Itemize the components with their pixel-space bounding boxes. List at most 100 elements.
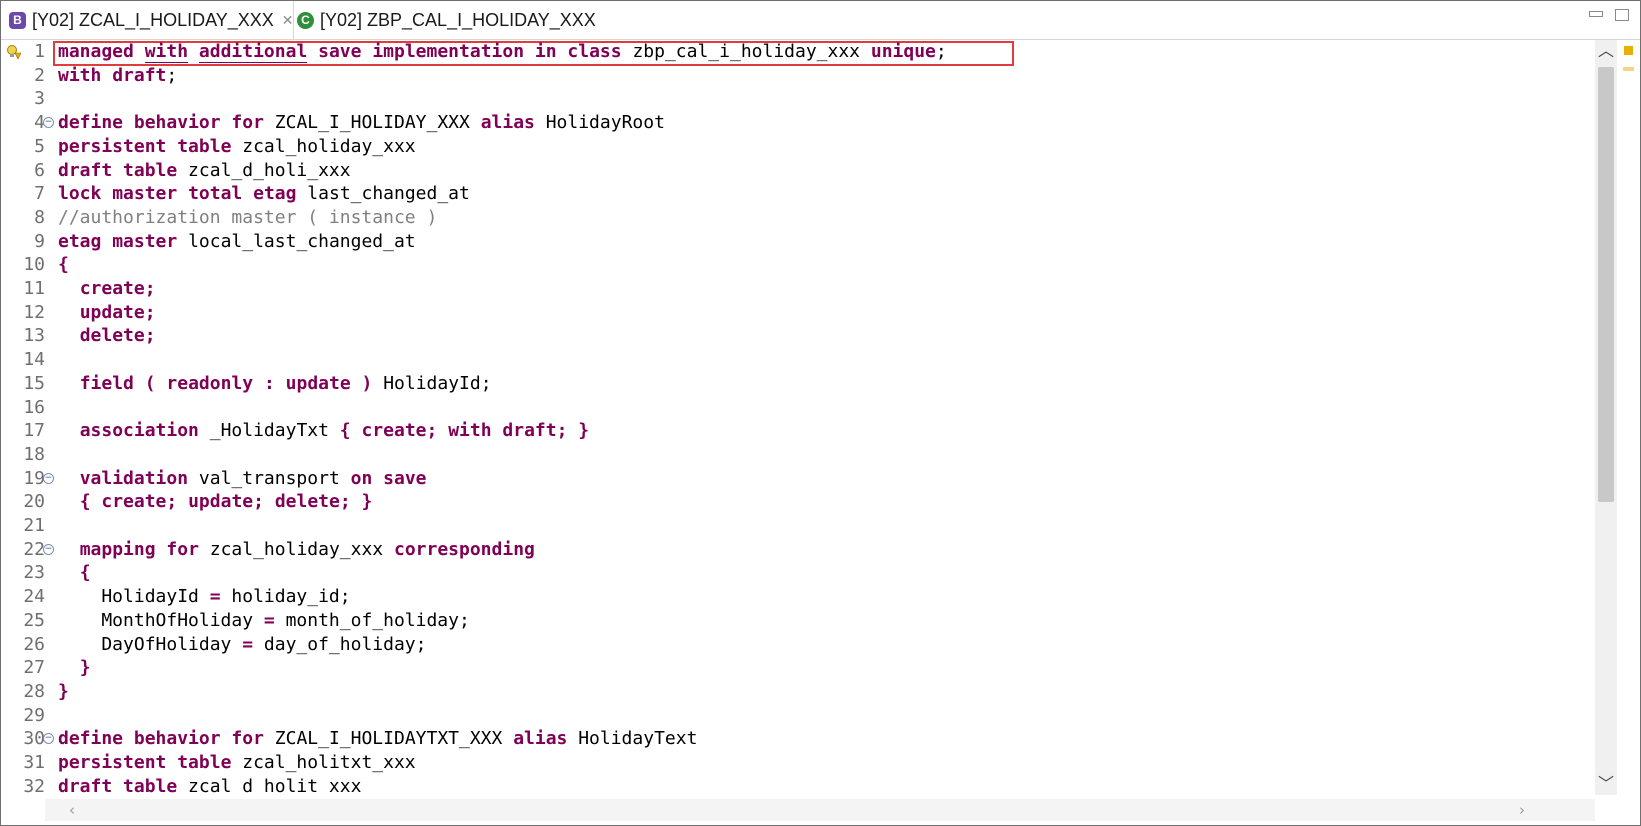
horizontal-scrollbar[interactable]: ‹ › bbox=[45, 799, 1595, 821]
fold-collapse-icon[interactable]: − bbox=[43, 472, 54, 484]
code-line[interactable]: 17 association _HolidayTxt { create; wit… bbox=[1, 419, 1595, 443]
code-line[interactable]: 3 bbox=[1, 87, 1595, 111]
overview-ruler[interactable] bbox=[1619, 40, 1637, 795]
code-line[interactable]: 31 persistent table zcal_holitxt_xxx bbox=[1, 751, 1595, 775]
maximize-icon[interactable] bbox=[1615, 9, 1629, 21]
code-line[interactable]: 2 with draft; bbox=[1, 64, 1595, 88]
code-text[interactable]: managed with additional save implementat… bbox=[58, 40, 947, 64]
identifier-token bbox=[101, 65, 112, 86]
code-text[interactable]: define behavior for ZCAL_I_HOLIDAYTXT_XX… bbox=[58, 727, 697, 751]
code-line[interactable]: 8 //authorization master ( instance ) bbox=[1, 206, 1595, 230]
scroll-down-icon[interactable]: ﹀ bbox=[1595, 773, 1617, 795]
code-text[interactable]: association _HolidayTxt { create; with d… bbox=[58, 419, 589, 443]
code-line[interactable]: 23 { bbox=[1, 561, 1595, 585]
code-text[interactable]: MonthOfHoliday = month_of_holiday; bbox=[58, 609, 470, 633]
code-text[interactable]: delete; bbox=[58, 324, 156, 348]
scroll-left-icon[interactable]: ‹ bbox=[61, 799, 83, 821]
line-number: 22 bbox=[23, 538, 45, 560]
scrollbar-thumb[interactable] bbox=[1598, 67, 1614, 502]
code-text[interactable]: draft table zcal_d_holit_xxx bbox=[58, 775, 361, 795]
code-text[interactable]: persistent table zcal_holiday_xxx bbox=[58, 135, 416, 159]
keyword-token: table bbox=[177, 135, 232, 157]
code-line[interactable]: 27 } bbox=[1, 656, 1595, 680]
keyword-token: } bbox=[58, 680, 69, 702]
identifier-token bbox=[101, 183, 112, 204]
code-line[interactable]: 22− mapping for zcal_holiday_xxx corresp… bbox=[1, 538, 1595, 562]
code-text[interactable]: etag master local_last_changed_at bbox=[58, 230, 416, 254]
code-text[interactable]: create; bbox=[58, 277, 156, 301]
code-line[interactable]: 12 update; bbox=[1, 301, 1595, 325]
code-line[interactable]: 13 delete; bbox=[1, 324, 1595, 348]
occurrence-marker-icon[interactable] bbox=[1623, 67, 1634, 71]
code-text[interactable]: field ( readonly : update ) HolidayId; bbox=[58, 372, 492, 396]
identifier-token: DayOfHoliday bbox=[58, 633, 243, 655]
line-number: 6 bbox=[34, 159, 45, 181]
code-line[interactable]: 7 lock master total etag last_changed_at bbox=[1, 182, 1595, 206]
vertical-scrollbar[interactable]: ︿ ﹀ bbox=[1595, 40, 1617, 795]
fold-collapse-icon[interactable]: − bbox=[43, 733, 54, 745]
keyword-token: for bbox=[231, 112, 264, 134]
fold-collapse-icon[interactable]: − bbox=[43, 543, 54, 555]
code-text[interactable]: HolidayId = holiday_id; bbox=[58, 585, 350, 609]
warning-marker-icon[interactable] bbox=[1624, 46, 1633, 55]
code-text[interactable]: } bbox=[58, 680, 69, 704]
code-line[interactable]: 32 draft table zcal_d_holit_xxx bbox=[1, 775, 1595, 795]
identifier-token bbox=[361, 41, 372, 62]
code-text[interactable]: DayOfHoliday = day_of_holiday; bbox=[58, 633, 426, 657]
code-text[interactable]: with draft; bbox=[58, 64, 177, 88]
code-text[interactable]: { bbox=[58, 561, 91, 585]
identifier-token bbox=[351, 491, 362, 512]
code-text[interactable]: validation val_transport on save bbox=[58, 467, 427, 491]
identifier-token bbox=[134, 373, 145, 394]
minimize-icon[interactable] bbox=[1589, 11, 1603, 17]
code-line[interactable]: 15 field ( readonly : update ) HolidayId… bbox=[1, 372, 1595, 396]
code-line[interactable]: 9 etag master local_last_changed_at bbox=[1, 230, 1595, 254]
code-editor[interactable]: 1 managed with additional save implementa… bbox=[1, 40, 1595, 795]
line-number: 23 bbox=[23, 562, 45, 584]
code-line[interactable]: 30− define behavior for ZCAL_I_HOLIDAYTXT… bbox=[1, 727, 1595, 751]
code-text[interactable]: } bbox=[58, 656, 91, 680]
identifier-token: ZCAL_I_HOLIDAY_XXX bbox=[263, 112, 481, 134]
tab-abap-class[interactable]: C [Y02] ZBP_CAL_I_HOLIDAY_XXX bbox=[297, 1, 596, 39]
line-number: 15 bbox=[23, 372, 45, 394]
code-line[interactable]: 10 { bbox=[1, 253, 1595, 277]
tab-behavior-definition[interactable]: B [Y02] ZCAL_I_HOLIDAY_XXX ✕ bbox=[9, 1, 294, 39]
code-text[interactable]: mapping for zcal_holiday_xxx correspondi… bbox=[58, 538, 535, 562]
code-line[interactable]: 19− validation val_transport on save bbox=[1, 467, 1595, 491]
code-text[interactable]: //authorization master ( instance ) bbox=[58, 206, 437, 230]
fold-collapse-icon[interactable]: − bbox=[43, 117, 54, 129]
code-line[interactable]: 26 DayOfHoliday = day_of_holiday; bbox=[1, 633, 1595, 657]
code-line[interactable]: 6 draft table zcal_d_holi_xxx bbox=[1, 159, 1595, 183]
identifier-token bbox=[437, 420, 448, 441]
code-line[interactable]: 5 persistent table zcal_holiday_xxx bbox=[1, 135, 1595, 159]
scroll-up-icon[interactable]: ︿ bbox=[1595, 40, 1617, 62]
identifier-token bbox=[177, 183, 188, 204]
code-line[interactable]: 25 MonthOfHoliday = month_of_holiday; bbox=[1, 609, 1595, 633]
identifier-token: month_of_holiday; bbox=[274, 609, 470, 631]
code-text[interactable]: define behavior for ZCAL_I_HOLIDAY_XXX a… bbox=[58, 111, 665, 135]
code-line[interactable]: 1 managed with additional save implementa… bbox=[1, 40, 1595, 64]
code-text[interactable]: draft table zcal_d_holi_xxx bbox=[58, 159, 351, 183]
code-text[interactable]: { create; update; delete; } bbox=[58, 490, 373, 514]
close-icon[interactable]: ✕ bbox=[282, 12, 294, 29]
code-line[interactable]: 29 bbox=[1, 704, 1595, 728]
identifier-token bbox=[221, 728, 232, 749]
code-line[interactable]: 14 bbox=[1, 348, 1595, 372]
code-line[interactable]: 11 create; bbox=[1, 277, 1595, 301]
code-text[interactable]: { bbox=[58, 253, 69, 277]
code-text[interactable]: persistent table zcal_holitxt_xxx bbox=[58, 751, 416, 775]
identifier-token: _HolidayTxt bbox=[198, 420, 340, 442]
code-line[interactable]: 21 bbox=[1, 514, 1595, 538]
code-line[interactable]: 20 { create; update; delete; } bbox=[1, 490, 1595, 514]
code-line[interactable]: 28} bbox=[1, 680, 1595, 704]
line-number: 9 bbox=[34, 230, 45, 252]
code-line[interactable]: 18 bbox=[1, 443, 1595, 467]
code-line[interactable]: 24 HolidayId = holiday_id; bbox=[1, 585, 1595, 609]
scroll-right-icon[interactable]: › bbox=[1511, 799, 1533, 821]
code-line[interactable]: 16 bbox=[1, 396, 1595, 420]
code-text[interactable]: lock master total etag last_changed_at bbox=[58, 182, 470, 206]
code-text[interactable]: update; bbox=[58, 301, 156, 325]
line-number: 17 bbox=[23, 420, 45, 442]
code-line[interactable]: 4− define behavior for ZCAL_I_HOLIDAY_XXX… bbox=[1, 111, 1595, 135]
keyword-token: create bbox=[361, 420, 427, 442]
